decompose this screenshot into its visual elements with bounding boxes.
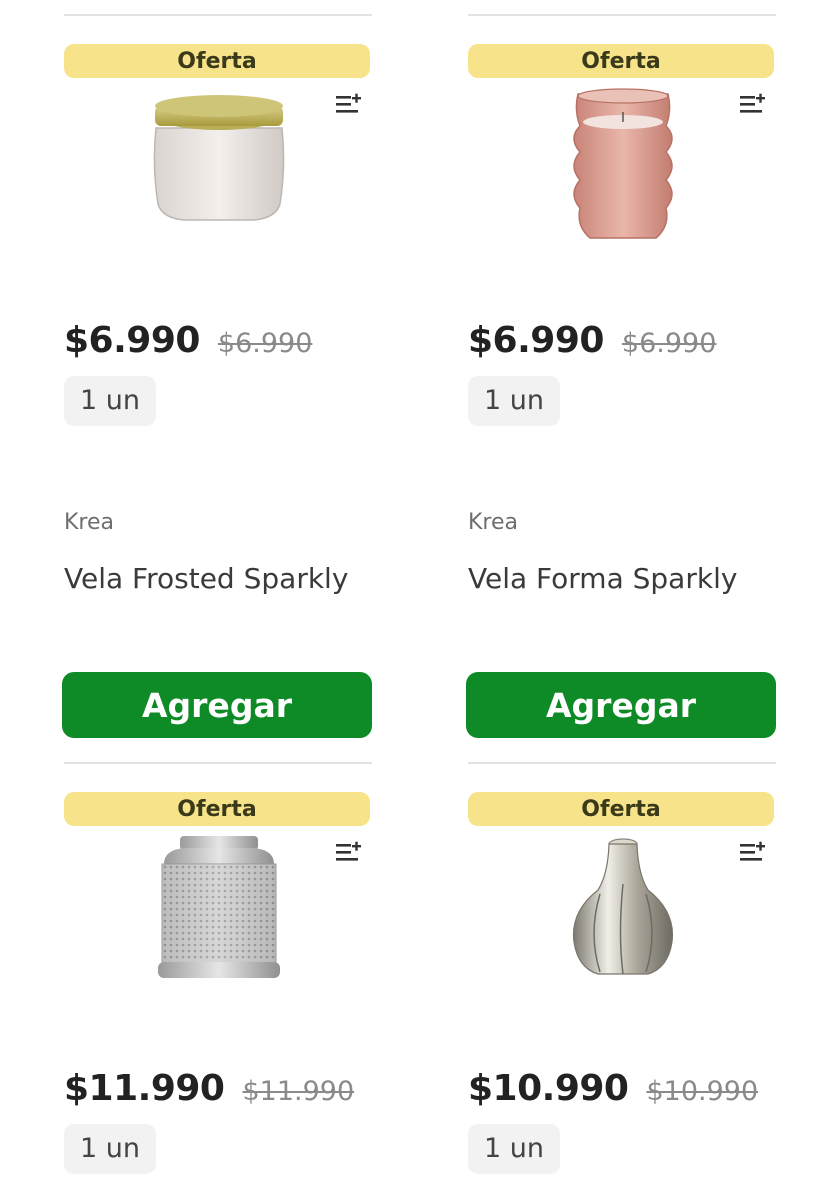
product-brand: Krea — [468, 510, 519, 535]
old-price: $6.990 — [621, 328, 717, 359]
old-price: $10.990 — [646, 1076, 759, 1107]
offer-badge: Oferta — [468, 792, 774, 826]
price-row: $11.990 $11.990 — [64, 1068, 372, 1112]
frosted-candle-jar-image[interactable] — [144, 86, 294, 246]
unit-chip: 1 un — [468, 376, 560, 426]
product-brand: Krea — [64, 510, 115, 535]
current-price: $6.990 — [64, 320, 200, 361]
add-to-cart-button[interactable]: Agregar — [466, 672, 776, 738]
product-image-area[interactable] — [64, 78, 372, 278]
price-row: $10.990 $10.990 — [468, 1068, 776, 1112]
product-image-area[interactable] — [64, 826, 372, 1026]
offer-badge: Oferta — [468, 44, 774, 78]
offer-badge: Oferta — [64, 44, 370, 78]
add-to-cart-button[interactable]: Agregar — [62, 672, 372, 738]
unit-chip: 1 un — [468, 1124, 560, 1174]
old-price: $6.990 — [217, 328, 313, 359]
playlist-add-icon[interactable] — [334, 92, 362, 116]
unit-chip: 1 un — [64, 376, 156, 426]
offer-badge: Oferta — [64, 792, 370, 826]
playlist-add-icon[interactable] — [738, 92, 766, 116]
product-name[interactable]: Vela Forma Sparkly — [468, 562, 776, 602]
product-image-area[interactable] — [468, 826, 776, 1026]
product-image-area[interactable] — [468, 78, 776, 278]
current-price: $6.990 — [468, 320, 604, 361]
divider — [468, 14, 776, 16]
silver-lantern-image[interactable] — [144, 834, 294, 994]
silver-bulb-vase-image[interactable] — [548, 834, 698, 994]
product-name[interactable]: Vela Frosted Sparkly — [64, 562, 372, 602]
price-row: $6.990 $6.990 — [468, 320, 776, 364]
old-price: $11.990 — [242, 1076, 355, 1107]
current-price: $11.990 — [64, 1068, 225, 1109]
product-card: Oferta $11.990 $11.990 1 un — [64, 762, 372, 1174]
product-card: Oferta $10.990 $10.990 1 un — [468, 762, 776, 1174]
playlist-add-icon[interactable] — [738, 840, 766, 864]
divider — [64, 762, 372, 764]
playlist-add-icon[interactable] — [334, 840, 362, 864]
unit-chip: 1 un — [64, 1124, 156, 1174]
current-price: $10.990 — [468, 1068, 629, 1109]
divider — [64, 14, 372, 16]
pink-wavy-candle-image[interactable] — [548, 86, 698, 246]
product-card: Oferta $6.990 $6.990 1 un Krea Vela Fros… — [62, 14, 372, 738]
price-row: $6.990 $6.990 — [64, 320, 372, 364]
divider — [468, 762, 776, 764]
product-card: Oferta $6.990 $6.990 1 un Krea Vela Form… — [466, 14, 776, 738]
